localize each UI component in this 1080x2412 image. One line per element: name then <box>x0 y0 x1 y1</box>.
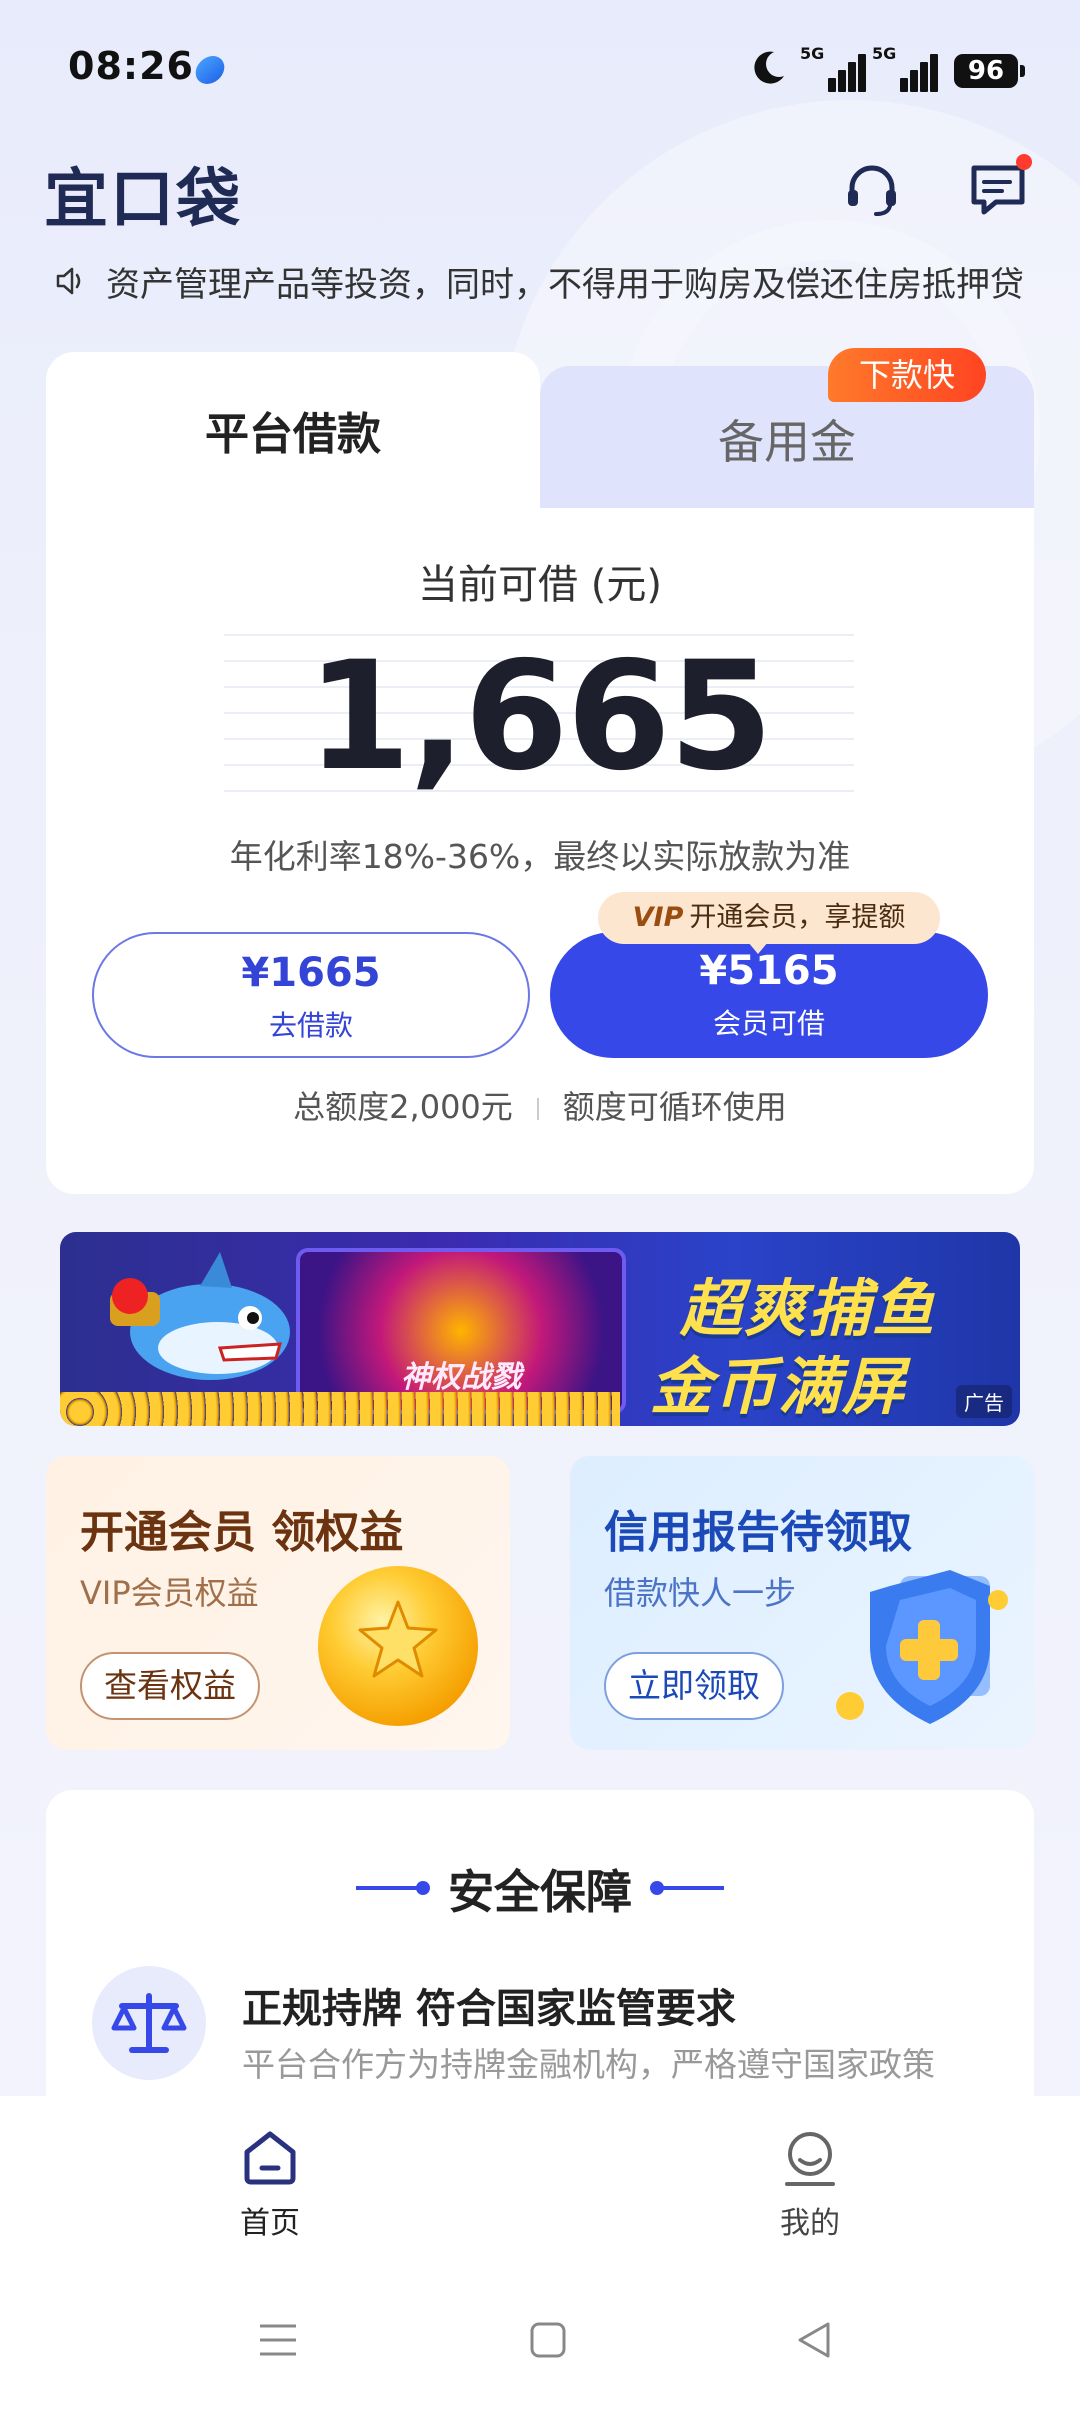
do-not-disturb-moon-icon <box>754 51 784 84</box>
interest-rate-text: 年化利率18%-36%，最终以实际放款为准 <box>229 837 851 876</box>
nav-home[interactable]: 首页 <box>170 2128 370 2242</box>
home-square-icon[interactable] <box>526 2318 570 2362</box>
signal-strength-icon: 5G <box>872 44 938 92</box>
star-icon <box>358 1600 438 1678</box>
member-amount: ¥5165 <box>699 948 839 994</box>
banner-headline-2: 金币满屏 <box>650 1350 907 1423</box>
safety-section: 安全保障 正规持牌 符合国家监管要求 平台合作方为持牌金融机构，严格遵守国家政策 <box>46 1790 1034 2110</box>
safety-title: 安全保障 <box>448 1865 632 1919</box>
vip-promo-title: 开通会员 领权益 <box>80 1507 404 1558</box>
member-label: 会员可借 <box>712 1007 825 1040</box>
title-decoration-right <box>650 1881 724 1895</box>
borrow-amount: ¥1665 <box>241 950 381 996</box>
credit-report-card[interactable]: 信用报告待领取 借款快人一步 立即领取 <box>570 1456 1034 1750</box>
amount-display: 1,665 <box>224 630 854 804</box>
gold-coin-icon <box>318 1566 478 1726</box>
system-navigation-bar <box>0 2268 1080 2412</box>
vip-upgrade-tip[interactable]: VIP 开通会员，享提额 <box>598 892 940 954</box>
speaker-icon <box>56 267 81 295</box>
vip-tip-text: 开通会员，享提额 <box>689 902 906 933</box>
status-time: 08:26 <box>68 44 194 88</box>
recycle-text: 额度可循环使用 <box>562 1088 787 1126</box>
message-button[interactable] <box>966 154 1032 222</box>
unread-dot <box>1016 154 1032 170</box>
game-panel: 神权战戮 <box>296 1248 626 1414</box>
safety-icon-circle <box>92 1966 206 2080</box>
notice-text: 资产管理产品等投资，同时，不得用于购房及偿还住房抵押贷 <box>106 264 1024 305</box>
available-amount: 1,665 <box>306 630 773 804</box>
fast-disbursement-badge: 下款快 <box>828 348 986 402</box>
nav-home-label: 首页 <box>240 2206 300 2241</box>
signal-label: 5G <box>800 44 825 63</box>
safety-item-desc: 平台合作方为持牌金融机构，严格遵守国家政策 <box>242 2045 935 2084</box>
member-borrow-button[interactable]: ¥5165 会员可借 <box>550 932 988 1058</box>
credit-report-desc: 借款快人一步 <box>604 1574 797 1612</box>
divider <box>536 1098 539 1120</box>
signal-strength-icon: 5G <box>800 44 866 92</box>
status-bar: 08:26 5G 5G 96 <box>0 0 1080 140</box>
ad-label: 广告 <box>956 1385 1012 1418</box>
tab-platform-loan-label: 平台借款 <box>205 409 381 460</box>
coin-pile <box>60 1392 620 1426</box>
shark-cartoon-icon <box>110 1252 290 1380</box>
available-amount-label: 当前可借 (元) <box>418 562 662 608</box>
shield-icon <box>836 1570 1008 1724</box>
nav-mine-label: 我的 <box>780 2206 840 2241</box>
borrow-label: 去借款 <box>268 1009 353 1042</box>
profile-icon <box>785 2132 835 2186</box>
ad-banner[interactable]: 神权战戮 超爽捕鱼 金币满屏 广告 <box>60 1232 1020 1426</box>
total-limit-text: 总额度2,000元 <box>293 1088 513 1126</box>
credit-report-title: 信用报告待领取 <box>604 1507 912 1558</box>
claim-report-button[interactable]: 立即领取 <box>604 1652 784 1720</box>
credit-limit-row: 总额度2,000元 额度可循环使用 <box>46 1082 1034 1128</box>
nav-mine[interactable]: 我的 <box>710 2128 910 2242</box>
app-screen: 08:26 5G 5G 96 宜口袋 资产管理产品等投资，同时，不得用于购房及偿… <box>0 0 1080 2412</box>
panel-title: 神权战戮 <box>401 1360 521 1395</box>
vip-promo-desc: VIP会员权益 <box>80 1574 259 1612</box>
bottom-nav: 首页 我的 <box>0 2096 1080 2268</box>
vip-promo-card[interactable]: 开通会员 领权益 VIP会员权益 查看权益 <box>46 1456 510 1750</box>
notice-marquee[interactable]: 资产管理产品等投资，同时，不得用于购房及偿还住房抵押贷 <box>52 256 1042 306</box>
view-benefits-button[interactable]: 查看权益 <box>80 1652 260 1720</box>
back-triangle-icon[interactable] <box>792 2318 836 2362</box>
banner-headline-1: 超爽捕鱼 <box>680 1272 937 1345</box>
borrow-button[interactable]: ¥1665 去借款 <box>92 932 530 1058</box>
app-notification-icon <box>193 56 227 84</box>
balance-scale-icon <box>111 1993 187 2053</box>
home-icon <box>244 2131 296 2185</box>
headset-icon[interactable] <box>840 158 904 222</box>
signal-label: 5G <box>872 44 897 63</box>
recent-apps-icon[interactable] <box>256 2318 300 2362</box>
app-logo: 宜口袋 <box>44 163 242 237</box>
vip-badge: VIP <box>632 902 684 933</box>
tab-platform-loan[interactable]: 平台借款 <box>46 352 540 552</box>
battery-indicator: 96 <box>954 54 1025 88</box>
safety-item-title: 正规持牌 符合国家监管要求 <box>242 1986 736 2032</box>
